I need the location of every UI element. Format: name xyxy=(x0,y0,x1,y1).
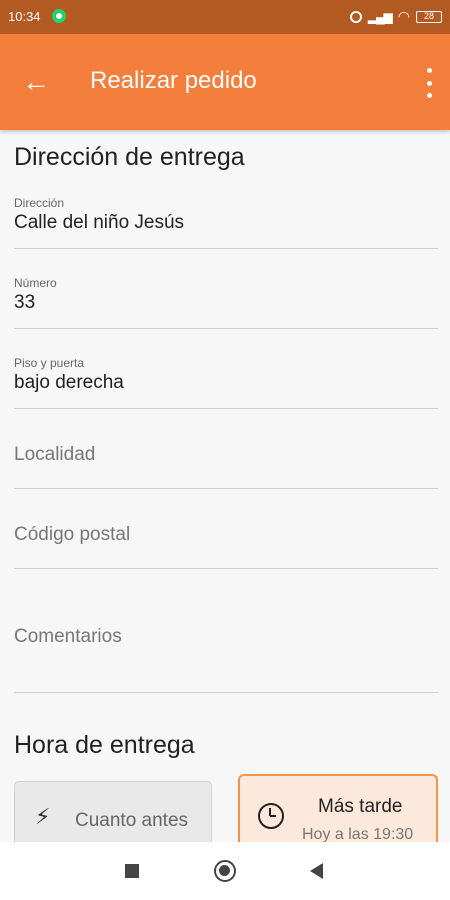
signal-icon: ▂▄▆ xyxy=(367,9,393,24)
direccion-label: Dirección xyxy=(14,196,65,210)
home-button[interactable] xyxy=(214,860,236,882)
asap-label: Cuanto antes xyxy=(75,810,189,831)
direccion-field[interactable]: Dirección Calle del niño Jesús xyxy=(14,192,438,249)
app-bar: ← Realizar pedido xyxy=(0,34,450,130)
delivery-time-section-title: Hora de entrega xyxy=(14,731,195,759)
localidad-placeholder: Localidad xyxy=(14,444,96,465)
status-bar: 10:34 ▂▄▆ ◠ 28 xyxy=(0,0,450,34)
alarm-icon xyxy=(349,10,362,23)
lightning-bolt-icon: ⚡︎ xyxy=(35,804,51,829)
status-icons: ▂▄▆ ◠ 28 xyxy=(349,8,442,25)
overflow-menu-icon[interactable] xyxy=(424,68,434,98)
piso-value[interactable]: bajo derecha xyxy=(14,372,124,394)
comentarios-field[interactable]: Comentarios xyxy=(14,612,438,693)
recents-button[interactable] xyxy=(125,864,139,878)
direccion-value[interactable]: Calle del niño Jesús xyxy=(14,212,184,234)
address-section-title: Dirección de entrega xyxy=(14,143,245,171)
comentarios-placeholder: Comentarios xyxy=(14,626,122,647)
asap-button[interactable]: ⚡︎ Cuanto antes xyxy=(14,781,212,851)
localidad-field[interactable]: Localidad xyxy=(14,432,438,489)
piso-label: Piso y puerta xyxy=(14,356,85,370)
battery-icon: 28 xyxy=(416,10,442,23)
system-nav-bar xyxy=(0,842,450,900)
status-time: 10:34 xyxy=(8,9,41,24)
numero-label: Número xyxy=(14,276,57,290)
later-button[interactable]: Más tarde Hoy a las 19:30 xyxy=(238,774,438,852)
later-label: Más tarde xyxy=(318,796,403,817)
codigo-postal-field[interactable]: Código postal xyxy=(14,512,438,569)
wifi-icon: ◠ xyxy=(397,8,410,24)
piso-field[interactable]: Piso y puerta bajo derecha xyxy=(14,352,438,409)
clock-icon xyxy=(258,803,284,829)
whatsapp-notification-icon xyxy=(52,9,66,23)
back-arrow-icon[interactable]: ← xyxy=(18,64,54,100)
system-back-button[interactable] xyxy=(310,863,323,879)
page-title: Realizar pedido xyxy=(90,67,257,94)
numero-field[interactable]: Número 33 xyxy=(14,272,438,329)
numero-value[interactable]: 33 xyxy=(14,292,35,314)
codigo-postal-placeholder: Código postal xyxy=(14,524,131,545)
